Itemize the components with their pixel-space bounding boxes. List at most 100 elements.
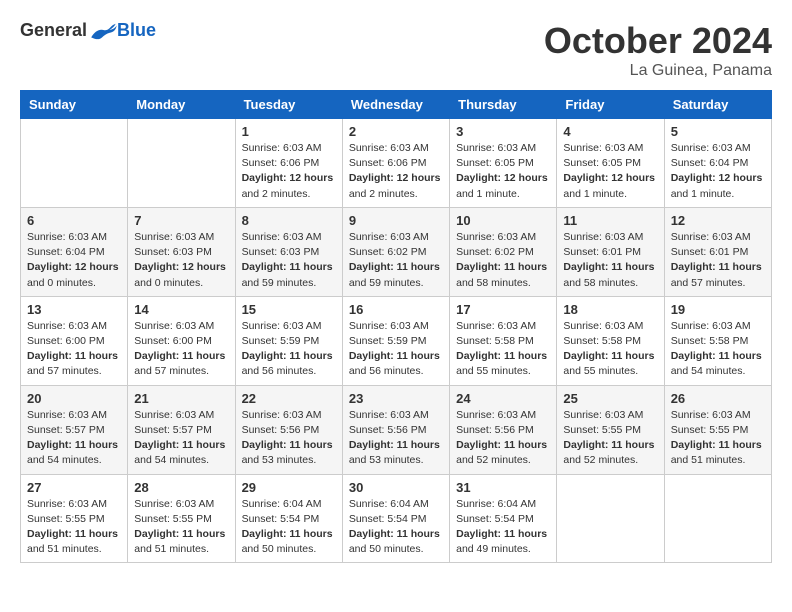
day-number: 7 bbox=[134, 213, 228, 228]
day-number: 3 bbox=[456, 124, 550, 139]
cell-content: Sunrise: 6:03 AMSunset: 5:55 PMDaylight:… bbox=[563, 408, 657, 469]
cell-content: Sunrise: 6:03 AMSunset: 5:58 PMDaylight:… bbox=[671, 319, 765, 380]
cell-content: Sunrise: 6:03 AMSunset: 5:55 PMDaylight:… bbox=[671, 408, 765, 469]
day-number: 27 bbox=[27, 480, 121, 495]
logo-general: General bbox=[20, 20, 87, 41]
column-header-thursday: Thursday bbox=[450, 91, 557, 119]
day-number: 19 bbox=[671, 302, 765, 317]
calendar-table: SundayMondayTuesdayWednesdayThursdayFrid… bbox=[20, 90, 772, 563]
calendar-cell: 22Sunrise: 6:03 AMSunset: 5:56 PMDayligh… bbox=[235, 385, 342, 474]
cell-content: Sunrise: 6:03 AMSunset: 5:57 PMDaylight:… bbox=[134, 408, 228, 469]
calendar-cell: 30Sunrise: 6:04 AMSunset: 5:54 PMDayligh… bbox=[342, 474, 449, 563]
calendar-cell: 25 Sunrise: 6:03 AMSunset: 5:55 PMDayligh… bbox=[557, 385, 664, 474]
calendar-cell: 16Sunrise: 6:03 AMSunset: 5:59 PMDayligh… bbox=[342, 296, 449, 385]
column-header-saturday: Saturday bbox=[664, 91, 771, 119]
day-number: 23 bbox=[349, 391, 443, 406]
day-number: 25 bbox=[563, 391, 657, 406]
day-number: 29 bbox=[242, 480, 336, 495]
cell-content: Sunrise: 6:03 AMSunset: 5:56 PMDaylight:… bbox=[456, 408, 550, 469]
day-number: 16 bbox=[349, 302, 443, 317]
cell-content: Sunrise: 6:03 AMSunset: 6:05 PMDaylight:… bbox=[456, 141, 550, 202]
logo: General Blue bbox=[20, 20, 156, 41]
day-number: 20 bbox=[27, 391, 121, 406]
cell-content: Sunrise: 6:04 AMSunset: 5:54 PMDaylight:… bbox=[242, 497, 336, 558]
calendar-cell bbox=[128, 119, 235, 208]
cell-content: Sunrise: 6:03 AMSunset: 6:03 PMDaylight:… bbox=[134, 230, 228, 291]
calendar-cell bbox=[557, 474, 664, 563]
cell-content: Sunrise: 6:03 AMSunset: 6:06 PMDaylight:… bbox=[349, 141, 443, 202]
calendar-cell: 23 Sunrise: 6:03 AMSunset: 5:56 PMDayligh… bbox=[342, 385, 449, 474]
day-number: 2 bbox=[349, 124, 443, 139]
location: La Guinea, Panama bbox=[544, 62, 772, 80]
day-number: 21 bbox=[134, 391, 228, 406]
calendar-cell: 3 Sunrise: 6:03 AMSunset: 6:05 PMDaylight… bbox=[450, 119, 557, 208]
logo-blue: Blue bbox=[117, 20, 156, 41]
cell-content: Sunrise: 6:03 AMSunset: 6:06 PMDaylight:… bbox=[242, 141, 336, 202]
day-number: 30 bbox=[349, 480, 443, 495]
header-row: SundayMondayTuesdayWednesdayThursdayFrid… bbox=[21, 91, 772, 119]
day-number: 5 bbox=[671, 124, 765, 139]
column-header-tuesday: Tuesday bbox=[235, 91, 342, 119]
calendar-week-2: 6 Sunrise: 6:03 AMSunset: 6:04 PMDaylight… bbox=[21, 207, 772, 296]
day-number: 14 bbox=[134, 302, 228, 317]
calendar-cell: 18 Sunrise: 6:03 AMSunset: 5:58 PMDayligh… bbox=[557, 296, 664, 385]
month-title: October 2024 bbox=[544, 20, 772, 62]
calendar-cell: 7 Sunrise: 6:03 AMSunset: 6:03 PMDaylight… bbox=[128, 207, 235, 296]
calendar-cell bbox=[664, 474, 771, 563]
column-header-friday: Friday bbox=[557, 91, 664, 119]
title-section: October 2024 La Guinea, Panama bbox=[544, 20, 772, 80]
calendar-cell: 15 Sunrise: 6:03 AMSunset: 5:59 PMDayligh… bbox=[235, 296, 342, 385]
calendar-cell: 10 Sunrise: 6:03 AMSunset: 6:02 PMDayligh… bbox=[450, 207, 557, 296]
day-number: 18 bbox=[563, 302, 657, 317]
calendar-cell: 5 Sunrise: 6:03 AMSunset: 6:04 PMDaylight… bbox=[664, 119, 771, 208]
calendar-cell: 21 Sunrise: 6:03 AMSunset: 5:57 PMDayligh… bbox=[128, 385, 235, 474]
column-header-wednesday: Wednesday bbox=[342, 91, 449, 119]
calendar-cell: 11Sunrise: 6:03 AMSunset: 6:01 PMDayligh… bbox=[557, 207, 664, 296]
day-number: 28 bbox=[134, 480, 228, 495]
calendar-cell: 1 Sunrise: 6:03 AMSunset: 6:06 PMDaylight… bbox=[235, 119, 342, 208]
day-number: 15 bbox=[242, 302, 336, 317]
day-number: 6 bbox=[27, 213, 121, 228]
day-number: 31 bbox=[456, 480, 550, 495]
cell-content: Sunrise: 6:03 AMSunset: 5:56 PMDaylight:… bbox=[349, 408, 443, 469]
calendar-cell: 29 Sunrise: 6:04 AMSunset: 5:54 PMDayligh… bbox=[235, 474, 342, 563]
logo-bird-icon bbox=[89, 21, 117, 41]
day-number: 4 bbox=[563, 124, 657, 139]
calendar-week-4: 20 Sunrise: 6:03 AMSunset: 5:57 PMDayligh… bbox=[21, 385, 772, 474]
calendar-cell: 17 Sunrise: 6:03 AMSunset: 5:58 PMDayligh… bbox=[450, 296, 557, 385]
calendar-cell: 27 Sunrise: 6:03 AMSunset: 5:55 PMDayligh… bbox=[21, 474, 128, 563]
cell-content: Sunrise: 6:03 AMSunset: 5:58 PMDaylight:… bbox=[563, 319, 657, 380]
day-number: 17 bbox=[456, 302, 550, 317]
calendar-week-5: 27 Sunrise: 6:03 AMSunset: 5:55 PMDayligh… bbox=[21, 474, 772, 563]
cell-content: Sunrise: 6:03 AMSunset: 6:00 PMDaylight:… bbox=[27, 319, 121, 380]
calendar-cell bbox=[21, 119, 128, 208]
day-number: 12 bbox=[671, 213, 765, 228]
calendar-cell: 20 Sunrise: 6:03 AMSunset: 5:57 PMDayligh… bbox=[21, 385, 128, 474]
calendar-cell: 2 Sunrise: 6:03 AMSunset: 6:06 PMDaylight… bbox=[342, 119, 449, 208]
day-number: 9 bbox=[349, 213, 443, 228]
cell-content: Sunrise: 6:03 AMSunset: 6:02 PMDaylight:… bbox=[456, 230, 550, 291]
calendar-cell: 8Sunrise: 6:03 AMSunset: 6:03 PMDaylight… bbox=[235, 207, 342, 296]
cell-content: Sunrise: 6:03 AMSunset: 5:57 PMDaylight:… bbox=[27, 408, 121, 469]
calendar-cell: 19 Sunrise: 6:03 AMSunset: 5:58 PMDayligh… bbox=[664, 296, 771, 385]
calendar-week-3: 13Sunrise: 6:03 AMSunset: 6:00 PMDayligh… bbox=[21, 296, 772, 385]
day-number: 26 bbox=[671, 391, 765, 406]
calendar-cell: 6 Sunrise: 6:03 AMSunset: 6:04 PMDaylight… bbox=[21, 207, 128, 296]
calendar-cell: 14 Sunrise: 6:03 AMSunset: 6:00 PMDayligh… bbox=[128, 296, 235, 385]
cell-content: Sunrise: 6:03 AMSunset: 6:00 PMDaylight:… bbox=[134, 319, 228, 380]
cell-content: Sunrise: 6:03 AMSunset: 6:04 PMDaylight:… bbox=[671, 141, 765, 202]
column-header-sunday: Sunday bbox=[21, 91, 128, 119]
calendar-cell: 4Sunrise: 6:03 AMSunset: 6:05 PMDaylight… bbox=[557, 119, 664, 208]
cell-content: Sunrise: 6:03 AMSunset: 5:58 PMDaylight:… bbox=[456, 319, 550, 380]
column-header-monday: Monday bbox=[128, 91, 235, 119]
cell-content: Sunrise: 6:03 AMSunset: 6:02 PMDaylight:… bbox=[349, 230, 443, 291]
cell-content: Sunrise: 6:03 AMSunset: 5:55 PMDaylight:… bbox=[27, 497, 121, 558]
day-number: 8 bbox=[242, 213, 336, 228]
calendar-cell: 13Sunrise: 6:03 AMSunset: 6:00 PMDayligh… bbox=[21, 296, 128, 385]
day-number: 1 bbox=[242, 124, 336, 139]
cell-content: Sunrise: 6:03 AMSunset: 5:59 PMDaylight:… bbox=[242, 319, 336, 380]
page-header: General Blue October 2024 La Guinea, Pan… bbox=[20, 20, 772, 80]
cell-content: Sunrise: 6:03 AMSunset: 6:04 PMDaylight:… bbox=[27, 230, 121, 291]
calendar-cell: 31Sunrise: 6:04 AMSunset: 5:54 PMDayligh… bbox=[450, 474, 557, 563]
day-number: 10 bbox=[456, 213, 550, 228]
